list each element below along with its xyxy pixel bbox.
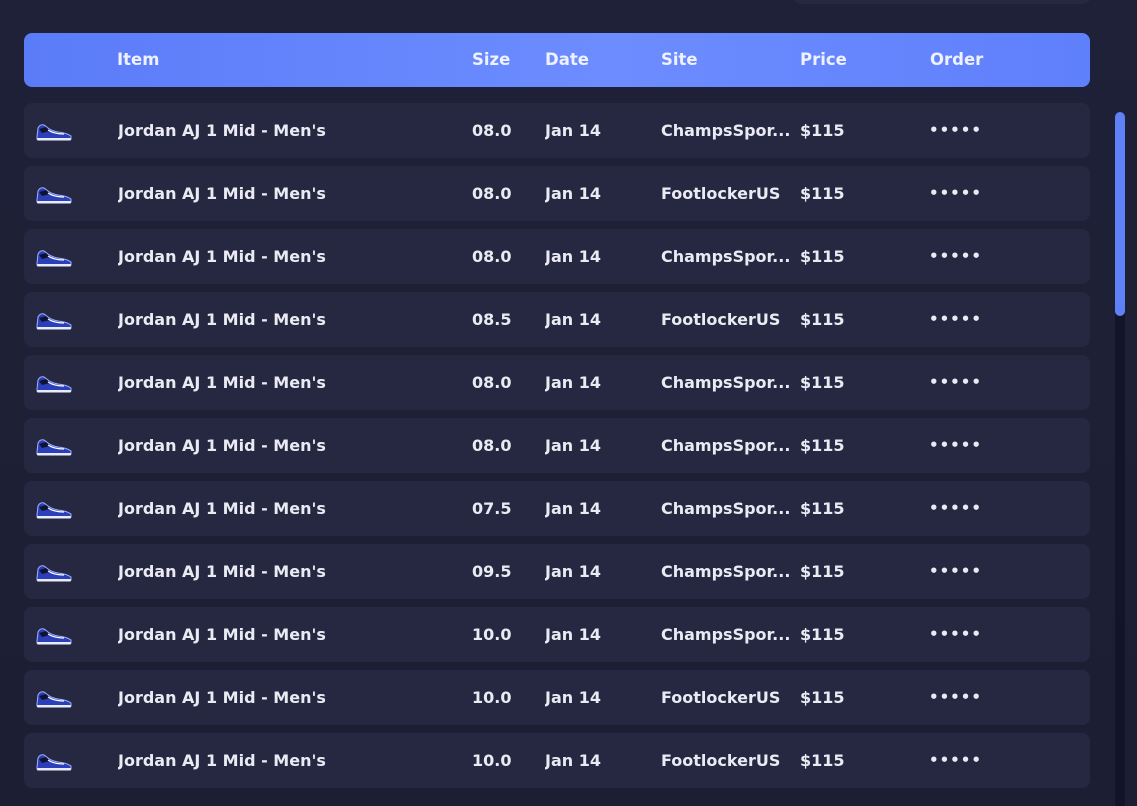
order-price: $115	[800, 751, 845, 770]
item-size: 10.0	[472, 751, 512, 770]
sneaker-icon	[34, 750, 74, 772]
sneaker-icon	[34, 183, 74, 205]
sneaker-icon	[34, 435, 74, 457]
item-name: Jordan AJ 1 Mid - Men's	[118, 688, 326, 707]
sneaker-icon	[34, 624, 74, 646]
order-price: $115	[800, 562, 845, 581]
order-date: Jan 14	[545, 625, 601, 644]
order-price: $115	[800, 688, 845, 707]
order-site: ChampsSpor...	[661, 625, 791, 644]
order-price: $115	[800, 373, 845, 392]
sneaker-icon	[34, 687, 74, 709]
item-name: Jordan AJ 1 Mid - Men's	[118, 310, 326, 329]
table-row[interactable]: Jordan AJ 1 Mid - Men's 10.0 Jan 14 Footloc…	[24, 733, 1090, 788]
order-number-masked[interactable]: •••••	[929, 607, 1019, 662]
order-price: $115	[800, 499, 845, 518]
table-row[interactable]: Jordan AJ 1 Mid - Men's 08.0 Jan 14 ChampsS…	[24, 355, 1090, 410]
order-date: Jan 14	[545, 310, 601, 329]
order-site: ChampsSpor...	[661, 121, 791, 140]
order-date: Jan 14	[545, 499, 601, 518]
item-name: Jordan AJ 1 Mid - Men's	[118, 373, 326, 392]
order-price: $115	[800, 625, 845, 644]
item-size: 10.0	[472, 688, 512, 707]
order-number-masked[interactable]: •••••	[929, 418, 1019, 473]
order-site: FootlockerUS	[661, 310, 781, 329]
table-row[interactable]: Jordan AJ 1 Mid - Men's 08.5 Jan 14 Footloc…	[24, 292, 1090, 347]
item-size: 08.0	[472, 121, 512, 140]
table-header: Item Size Date Site Price Order	[24, 33, 1090, 87]
column-header-price[interactable]: Price	[800, 33, 847, 87]
order-site: ChampsSpor...	[661, 436, 791, 455]
sneaker-icon	[34, 309, 74, 331]
column-header-size[interactable]: Size	[472, 33, 510, 87]
order-price: $115	[800, 436, 845, 455]
order-site: ChampsSpor...	[661, 499, 791, 518]
table-row[interactable]: Jordan AJ 1 Mid - Men's 07.5 Jan 14 ChampsS…	[24, 481, 1090, 536]
search-bar-edge[interactable]	[792, 0, 1092, 4]
table-row[interactable]: Jordan AJ 1 Mid - Men's 08.0 Jan 14 ChampsS…	[24, 229, 1090, 284]
scrollbar-thumb[interactable]	[1115, 112, 1125, 316]
order-site: FootlockerUS	[661, 184, 781, 203]
order-number-masked[interactable]: •••••	[929, 733, 1019, 788]
order-number-masked[interactable]: •••••	[929, 481, 1019, 536]
table-row[interactable]: Jordan AJ 1 Mid - Men's 08.0 Jan 14 ChampsS…	[24, 418, 1090, 473]
column-header-order[interactable]: Order	[930, 33, 983, 87]
order-number-masked[interactable]: •••••	[929, 544, 1019, 599]
table-row[interactable]: Jordan AJ 1 Mid - Men's 10.0 Jan 14 ChampsS…	[24, 607, 1090, 662]
order-number-masked[interactable]: •••••	[929, 103, 1019, 158]
column-header-date[interactable]: Date	[545, 33, 589, 87]
sneaker-icon	[34, 120, 74, 142]
order-price: $115	[800, 121, 845, 140]
item-size: 10.0	[472, 625, 512, 644]
order-price: $115	[800, 184, 845, 203]
sneaker-icon	[34, 498, 74, 520]
order-date: Jan 14	[545, 751, 601, 770]
order-date: Jan 14	[545, 247, 601, 266]
table-row[interactable]: Jordan AJ 1 Mid - Men's 10.0 Jan 14 Footloc…	[24, 670, 1090, 725]
order-date: Jan 14	[545, 562, 601, 581]
order-number-masked[interactable]: •••••	[929, 670, 1019, 725]
table-body: Jordan AJ 1 Mid - Men's 08.0 Jan 14 ChampsS…	[24, 103, 1090, 806]
sneaker-icon	[34, 561, 74, 583]
order-price: $115	[800, 310, 845, 329]
order-number-masked[interactable]: •••••	[929, 229, 1019, 284]
item-size: 08.5	[472, 310, 512, 329]
item-size: 07.5	[472, 499, 512, 518]
order-site: ChampsSpor...	[661, 247, 791, 266]
order-date: Jan 14	[545, 688, 601, 707]
item-name: Jordan AJ 1 Mid - Men's	[118, 436, 326, 455]
order-number-masked[interactable]: •••••	[929, 292, 1019, 347]
item-name: Jordan AJ 1 Mid - Men's	[118, 247, 326, 266]
order-date: Jan 14	[545, 121, 601, 140]
order-price: $115	[800, 247, 845, 266]
order-date: Jan 14	[545, 436, 601, 455]
table-row[interactable]: Jordan AJ 1 Mid - Men's 08.0 Jan 14 ChampsS…	[24, 103, 1090, 158]
item-size: 08.0	[472, 247, 512, 266]
order-site: ChampsSpor...	[661, 562, 791, 581]
sneaker-icon	[34, 372, 74, 394]
item-name: Jordan AJ 1 Mid - Men's	[118, 121, 326, 140]
order-site: ChampsSpor...	[661, 373, 791, 392]
column-header-item[interactable]: Item	[117, 33, 159, 87]
item-size: 08.0	[472, 373, 512, 392]
item-name: Jordan AJ 1 Mid - Men's	[118, 625, 326, 644]
item-size: 09.5	[472, 562, 512, 581]
sneaker-icon	[34, 246, 74, 268]
item-name: Jordan AJ 1 Mid - Men's	[118, 751, 326, 770]
column-header-site[interactable]: Site	[661, 33, 698, 87]
order-number-masked[interactable]: •••••	[929, 355, 1019, 410]
order-date: Jan 14	[545, 373, 601, 392]
item-name: Jordan AJ 1 Mid - Men's	[118, 499, 326, 518]
item-name: Jordan AJ 1 Mid - Men's	[118, 184, 326, 203]
checkout-history-page: Item Size Date Site Price Order Jordan A…	[0, 0, 1137, 806]
order-date: Jan 14	[545, 184, 601, 203]
table-row[interactable]: Jordan AJ 1 Mid - Men's 09.5 Jan 14 ChampsS…	[24, 544, 1090, 599]
item-size: 08.0	[472, 436, 512, 455]
item-name: Jordan AJ 1 Mid - Men's	[118, 562, 326, 581]
item-size: 08.0	[472, 184, 512, 203]
order-number-masked[interactable]: •••••	[929, 166, 1019, 221]
order-site: FootlockerUS	[661, 688, 781, 707]
table-row[interactable]: Jordan AJ 1 Mid - Men's 08.0 Jan 14 Footloc…	[24, 166, 1090, 221]
order-site: FootlockerUS	[661, 751, 781, 770]
